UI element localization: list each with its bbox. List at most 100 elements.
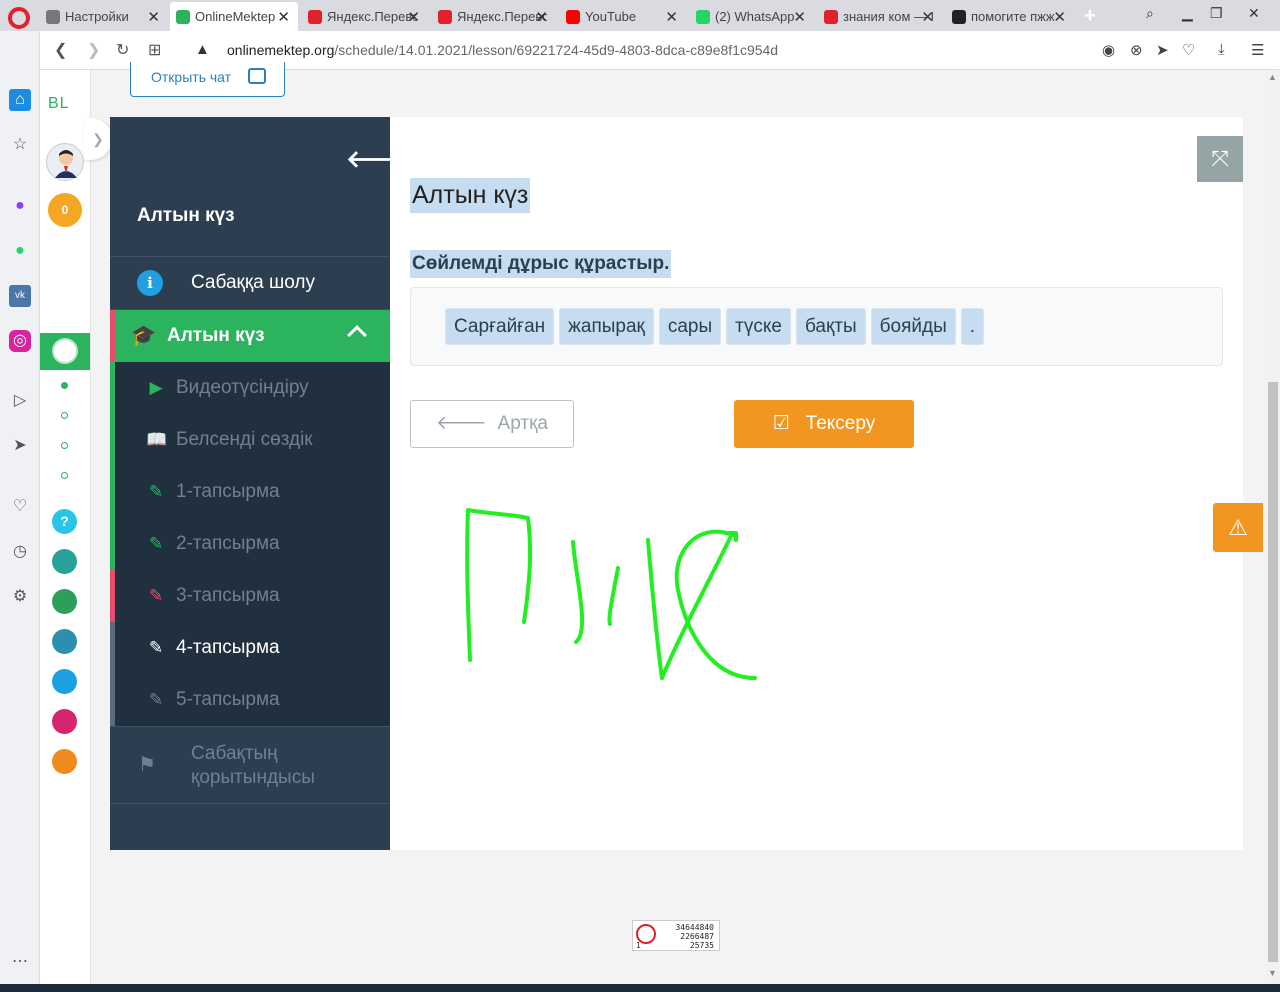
forward-nav-icon[interactable]: ❯ — [87, 40, 100, 60]
browser-tab[interactable]: (2) WhatsApp ✕ — [690, 2, 814, 31]
word-tiles: Сарғайған жапырақ сары түске бақты бояйды. — [445, 308, 989, 345]
pisa-app-icon[interactable] — [52, 549, 77, 574]
active-section-label: Алтын күз — [167, 325, 265, 346]
bookmark-heart-icon[interactable]: ♡ — [1182, 41, 1195, 59]
word-tile[interactable]: бояйды — [870, 308, 956, 345]
download-icon[interactable]: ⤓ — [1218, 41, 1225, 58]
counter-visitors: 2266487 — [680, 932, 714, 941]
bilimbook-app-icon[interactable] — [52, 629, 77, 654]
imektep-app-icon[interactable] — [52, 749, 77, 774]
menu-back-arrow-icon[interactable]: 🡐 — [346, 144, 410, 174]
close-window-button[interactable]: ✕ — [1248, 5, 1260, 22]
counter-corner: 1 — [636, 941, 641, 950]
course-menu-title: Алтын күз — [137, 205, 235, 226]
back-nav-icon[interactable]: ❮ — [54, 40, 67, 60]
word-tile[interactable]: . — [960, 308, 984, 345]
new-tab-button[interactable]: + — [1080, 5, 1100, 28]
star-icon[interactable]: ☆ — [9, 134, 31, 156]
adblock-icon[interactable]: ⊗ — [1130, 41, 1143, 59]
close-tab-icon[interactable]: ✕ — [921, 8, 934, 26]
visit-counter[interactable]: 34644840 2266487 25735 1 — [632, 920, 720, 951]
close-tab-icon[interactable]: ✕ — [407, 8, 420, 26]
browser-tab[interactable]: помогите пжж ✕ — [946, 2, 1074, 31]
onlinemektep-app-icon[interactable] — [40, 333, 90, 370]
browser-tab[interactable]: Яндекс.Переводчик✕ — [302, 2, 428, 31]
instagram-icon[interactable]: ◎ — [9, 330, 31, 352]
scroll-up-arrow-icon[interactable]: ▲ — [1268, 72, 1277, 82]
player-icon[interactable]: ▷ — [9, 390, 31, 412]
page-dot-active[interactable] — [61, 382, 68, 389]
close-tab-icon[interactable]: ✕ — [147, 8, 160, 26]
browser-tab[interactable]: Настройки ✕ — [40, 2, 168, 31]
open-chat-button[interactable]: Открыть чат — [130, 62, 285, 97]
browser-tab[interactable]: Яндекс.Переводчик✕ — [432, 2, 556, 31]
divider — [110, 803, 390, 804]
heart-icon[interactable]: ♡ — [9, 496, 31, 518]
scroll-down-arrow-icon[interactable]: ▼ — [1268, 968, 1277, 978]
course-menu-item[interactable]: ✎ 1-тапсырма — [110, 466, 390, 518]
home-icon[interactable]: ⌂ — [9, 89, 31, 111]
history-clock-icon[interactable]: ◷ — [9, 541, 31, 563]
url-field[interactable]: onlinemektep.org/schedule/14.01.2021/les… — [227, 42, 778, 58]
browser-tab[interactable]: OnlineMektep ✕ — [170, 2, 298, 31]
help-icon[interactable]: ? — [52, 509, 77, 534]
course-menu-item[interactable]: ✎ 4-тапсырма — [110, 622, 390, 674]
browser-tab[interactable]: YouTube ✕ — [560, 2, 686, 31]
close-tab-icon[interactable]: ✕ — [277, 8, 290, 26]
word-tile[interactable]: жапырақ — [559, 308, 654, 345]
send-flow-icon[interactable]: ➤ — [9, 435, 31, 457]
play-icon: ▶ — [149, 378, 163, 397]
search-tabs-icon[interactable]: ⌕ — [1146, 5, 1154, 22]
course-menu-item[interactable]: ▶ Видеотүсіндіру — [110, 362, 390, 414]
close-tab-icon[interactable]: ✕ — [1053, 8, 1066, 26]
not-secure-warning-icon[interactable]: ▲ — [195, 41, 210, 58]
send-icon[interactable]: ➤ — [1156, 41, 1169, 59]
restore-window-button[interactable]: ❐ — [1210, 5, 1223, 22]
easy-setup-icon[interactable]: ☰ — [1251, 41, 1264, 59]
page-dot[interactable] — [61, 472, 68, 479]
lesson-summary-label: Сабақтың қорытындысы — [191, 743, 315, 788]
report-warning-icon[interactable]: ⚠ — [1213, 503, 1263, 552]
user-avatar[interactable] — [46, 143, 84, 181]
page-dot[interactable] — [61, 412, 68, 419]
graduation-cap-icon: 🎓 — [131, 325, 156, 347]
close-tab-icon[interactable]: ✕ — [793, 8, 806, 26]
coins-badge[interactable]: 0 — [48, 193, 82, 227]
whatsapp-icon[interactable]: ● — [9, 240, 31, 262]
messenger-icon[interactable]: ● — [9, 195, 31, 217]
course-menu-item-label: Белсенді сөздік — [176, 429, 313, 450]
close-tab-icon[interactable]: ✕ — [535, 8, 548, 26]
course-menu-item[interactable]: 📖 Белсенді сөздік — [110, 414, 390, 466]
reload-icon[interactable]: ↻ — [116, 40, 129, 60]
edit-icon: ✎ — [148, 534, 164, 553]
fullscreen-expand-button[interactable]: ⤧ — [1197, 136, 1243, 182]
speed-dial-icon[interactable]: ⊞ — [148, 40, 161, 60]
opera-menu-icon[interactable] — [8, 7, 30, 29]
page-dot[interactable] — [61, 442, 68, 449]
course-menu-item[interactable]: ✎ 3-тапсырма — [110, 570, 390, 622]
course-menu-item[interactable]: ✎ 2-тапсырма — [110, 518, 390, 570]
browser-tab[interactable]: знания ком — Поиск✕ — [818, 2, 942, 31]
word-tile[interactable]: Сарғайған — [445, 308, 555, 345]
back-button[interactable]: 🡐 Артқа — [410, 400, 574, 448]
snapshot-icon[interactable]: ◉ — [1102, 41, 1115, 59]
tab-title: знания ком — Поиск — [843, 9, 933, 24]
check-button[interactable]: ☑ Тексеру — [734, 400, 914, 448]
onlinemektep-icon — [176, 9, 190, 24]
word-tile[interactable]: сары — [658, 308, 722, 345]
settings-gear-icon[interactable]: ⚙ — [9, 586, 31, 608]
close-tab-icon[interactable]: ✕ — [665, 8, 678, 26]
vk-icon[interactable]: vk — [9, 285, 31, 307]
item-status-bar — [110, 622, 115, 674]
lesson-title: Алтын күз — [410, 178, 531, 213]
more-icon[interactable]: ⋯ — [9, 951, 31, 973]
twig-app-icon[interactable] — [52, 709, 77, 734]
minimize-window-button[interactable]: ▁ — [1182, 5, 1193, 22]
bilimland-logo[interactable]: BL — [48, 95, 70, 113]
word-tile[interactable]: бақты — [795, 308, 866, 345]
bilimland-app-icon[interactable] — [52, 589, 77, 614]
scrollbar-thumb[interactable] — [1268, 382, 1278, 962]
course-menu-item[interactable]: ✎ 5-тапсырма — [110, 674, 390, 726]
test-app-icon[interactable] — [52, 669, 77, 694]
word-tile[interactable]: түске — [726, 308, 791, 345]
